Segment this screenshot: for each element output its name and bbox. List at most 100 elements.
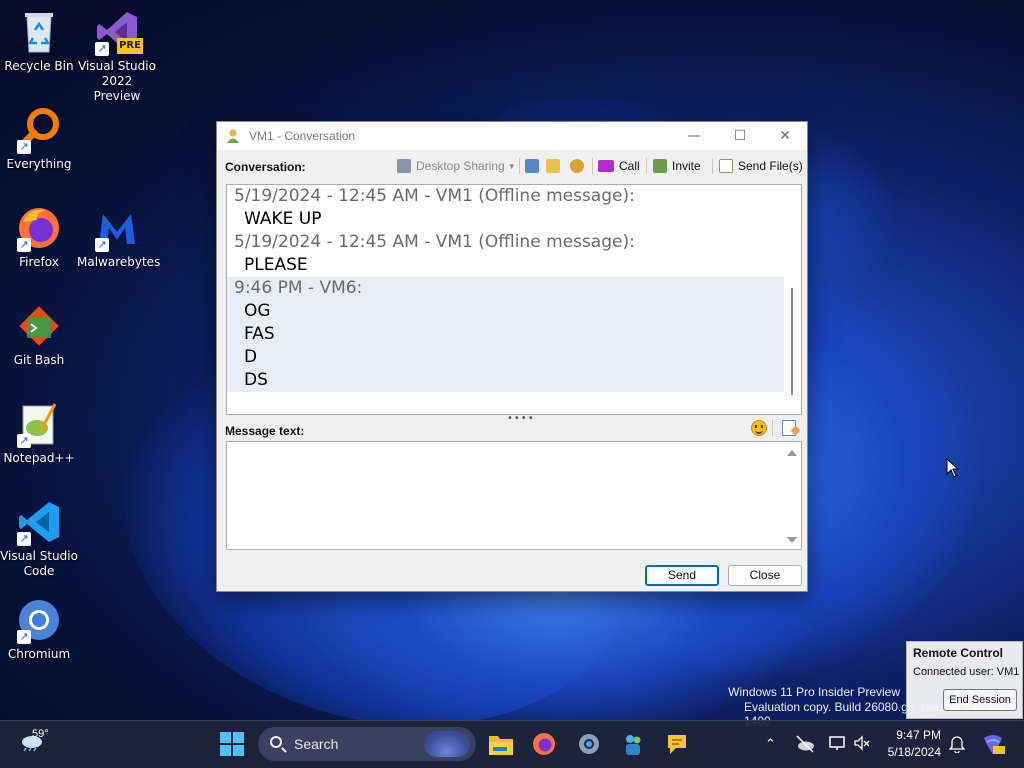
conversation-history[interactable]: 5/19/2024 - 12:45 AM - VM1 (Offline mess…: [226, 184, 802, 415]
everything-search-icon: ↗: [15, 106, 63, 154]
onedrive-icon[interactable]: [795, 734, 815, 754]
remote-control-panel: Remote Control Connected user: VM1 End S…: [906, 641, 1023, 719]
desktop-icon-git-bash[interactable]: Git Bash: [0, 302, 79, 368]
shortcut-arrow-icon: ↗: [17, 532, 31, 546]
add-user-icon: [653, 159, 667, 173]
format-text-icon[interactable]: [782, 420, 796, 436]
chevron-up-icon[interactable]: ⌃: [765, 736, 776, 752]
weather-temp: 59°: [32, 728, 49, 740]
title-bar[interactable]: VM1 - Conversation — ☐ ✕: [217, 122, 807, 150]
video-camera-icon: [598, 160, 614, 172]
desktop-icon-label: Firefox: [19, 255, 59, 269]
close-window-button[interactable]: ✕: [762, 122, 808, 150]
message-line: OG: [244, 301, 271, 321]
message-input-area: [226, 441, 802, 550]
call-button[interactable]: Call: [598, 157, 640, 175]
search-icon: [270, 736, 282, 748]
network-icon[interactable]: [828, 734, 846, 752]
settings-taskbar-icon[interactable]: [576, 731, 602, 757]
message-line: D: [244, 347, 258, 367]
desktop-icon-visual-studio-preview[interactable]: PRE ↗ Visual Studio 2022 Preview: [77, 8, 157, 104]
contacts-button[interactable]: [525, 157, 544, 175]
shortcut-arrow-icon: ↗: [17, 238, 31, 252]
settings-button[interactable]: [570, 157, 589, 175]
notification-bell-icon[interactable]: [948, 735, 966, 754]
desktop-icon-firefox[interactable]: ↗ Firefox: [0, 204, 79, 270]
desktop-icon-label: Visual Studio 2022 Preview: [78, 59, 156, 103]
volume-muted-icon[interactable]: [853, 734, 871, 752]
desktop-icon-label: Everything: [6, 157, 72, 171]
desktop-icon-malwarebytes[interactable]: ↗ Malwarebytes: [77, 204, 161, 270]
desktop-icon-label: Git Bash: [13, 353, 65, 367]
send-files-label: Send File(s): [738, 159, 803, 173]
message-line: FAS: [244, 324, 275, 344]
recycle-bin-icon: [15, 8, 63, 56]
malwarebytes-icon: ↗: [93, 204, 141, 252]
weather-widget[interactable]: 59°: [20, 728, 49, 752]
pre-badge: PRE: [117, 38, 143, 54]
minimize-button[interactable]: —: [671, 122, 717, 150]
remote-control-title: Remote Control: [913, 646, 1003, 660]
call-label: Call: [619, 159, 640, 173]
mouse-cursor-icon: [946, 458, 960, 478]
desktop-icon-recycle-bin[interactable]: Recycle Bin: [0, 8, 79, 74]
message-header: 9:46 PM - VM6:: [234, 278, 363, 298]
message-block: 5/19/2024 - 12:45 AM - VM1 (Offline mess…: [227, 231, 801, 277]
close-button[interactable]: Close: [728, 565, 802, 586]
send-files-button[interactable]: Send File(s): [719, 157, 803, 175]
clock-date[interactable]: 5/18/2024: [880, 745, 941, 759]
message-line: PLEASE: [244, 255, 308, 275]
desktop-icon-label: Notepad++: [3, 451, 75, 465]
message-header: 5/19/2024 - 12:45 AM - VM1 (Offline mess…: [234, 232, 635, 252]
chromium-icon: ↗: [15, 596, 63, 644]
maximize-button[interactable]: ☐: [717, 122, 763, 150]
message-block: 9:46 PM - VM6: OG FAS D DS: [227, 277, 801, 392]
desktop-icon-label: Malwarebytes: [77, 255, 161, 269]
desktop-icon-label: Visual Studio Code: [0, 549, 78, 578]
file-transfer-button[interactable]: [546, 157, 565, 175]
desktop-icon-label: Recycle Bin: [4, 59, 74, 73]
toolbar-divider: [519, 158, 520, 174]
desktop-icon-everything[interactable]: ↗ Everything: [0, 106, 79, 172]
clock-time[interactable]: 9:47 PM: [880, 728, 941, 742]
taskbar-search[interactable]: Search: [258, 727, 476, 761]
copilot-pre-icon[interactable]: [981, 732, 1005, 756]
message-text-label: Message text:: [225, 424, 305, 438]
end-session-button[interactable]: End Session: [943, 689, 1017, 711]
pane-splitter[interactable]: ••••: [507, 414, 534, 424]
message-header: 5/19/2024 - 12:45 AM - VM1 (Offline mess…: [234, 186, 635, 206]
desktop-icon-notepad-plus-plus[interactable]: ↗ Notepad++: [0, 400, 79, 466]
scroll-down-arrow-icon[interactable]: [787, 537, 797, 543]
toolbar-divider: [646, 158, 647, 174]
scrollbar-thumb[interactable]: [791, 288, 793, 395]
conversation-label: Conversation:: [225, 160, 306, 174]
message-input[interactable]: [227, 442, 783, 549]
gear-icon: [570, 159, 584, 173]
file-explorer-icon[interactable]: [488, 731, 514, 757]
conversation-window: VM1 - Conversation — ☐ ✕ Conversation: D…: [216, 121, 808, 592]
conversation-scrollbar[interactable]: [784, 185, 801, 414]
git-bash-icon: [15, 302, 63, 350]
desktop-icon-vscode[interactable]: ↗ Visual Studio Code: [0, 498, 79, 579]
visual-studio-preview-icon: PRE ↗: [93, 8, 143, 56]
desktop-icon-chromium[interactable]: ↗ Chromium: [0, 596, 79, 662]
shortcut-arrow-icon: ↗: [95, 238, 109, 252]
chat-taskbar-icon[interactable]: [664, 731, 690, 757]
desktop-sharing-button[interactable]: Desktop Sharing ▼: [397, 157, 516, 175]
desktop-sharing-label: Desktop Sharing: [416, 159, 505, 173]
toolbar-divider: [772, 420, 773, 436]
send-button[interactable]: Send: [645, 565, 719, 586]
document-icon: [546, 159, 560, 173]
windows-start-icon[interactable]: [219, 731, 245, 757]
invite-label: Invite: [672, 159, 701, 173]
search-highlight-art: [424, 731, 470, 757]
chevron-down-icon: ▼: [507, 161, 516, 171]
shortcut-arrow-icon: ↗: [17, 140, 31, 154]
message-line: DS: [244, 370, 268, 390]
smiley-icon[interactable]: [751, 420, 767, 436]
invite-button[interactable]: Invite: [653, 157, 701, 175]
windows-watermark: Windows 11 Pro Insider Preview: [728, 685, 900, 699]
scroll-up-arrow-icon[interactable]: [787, 450, 797, 456]
contacts-taskbar-icon[interactable]: [620, 731, 646, 757]
firefox-taskbar-icon[interactable]: [531, 731, 557, 757]
